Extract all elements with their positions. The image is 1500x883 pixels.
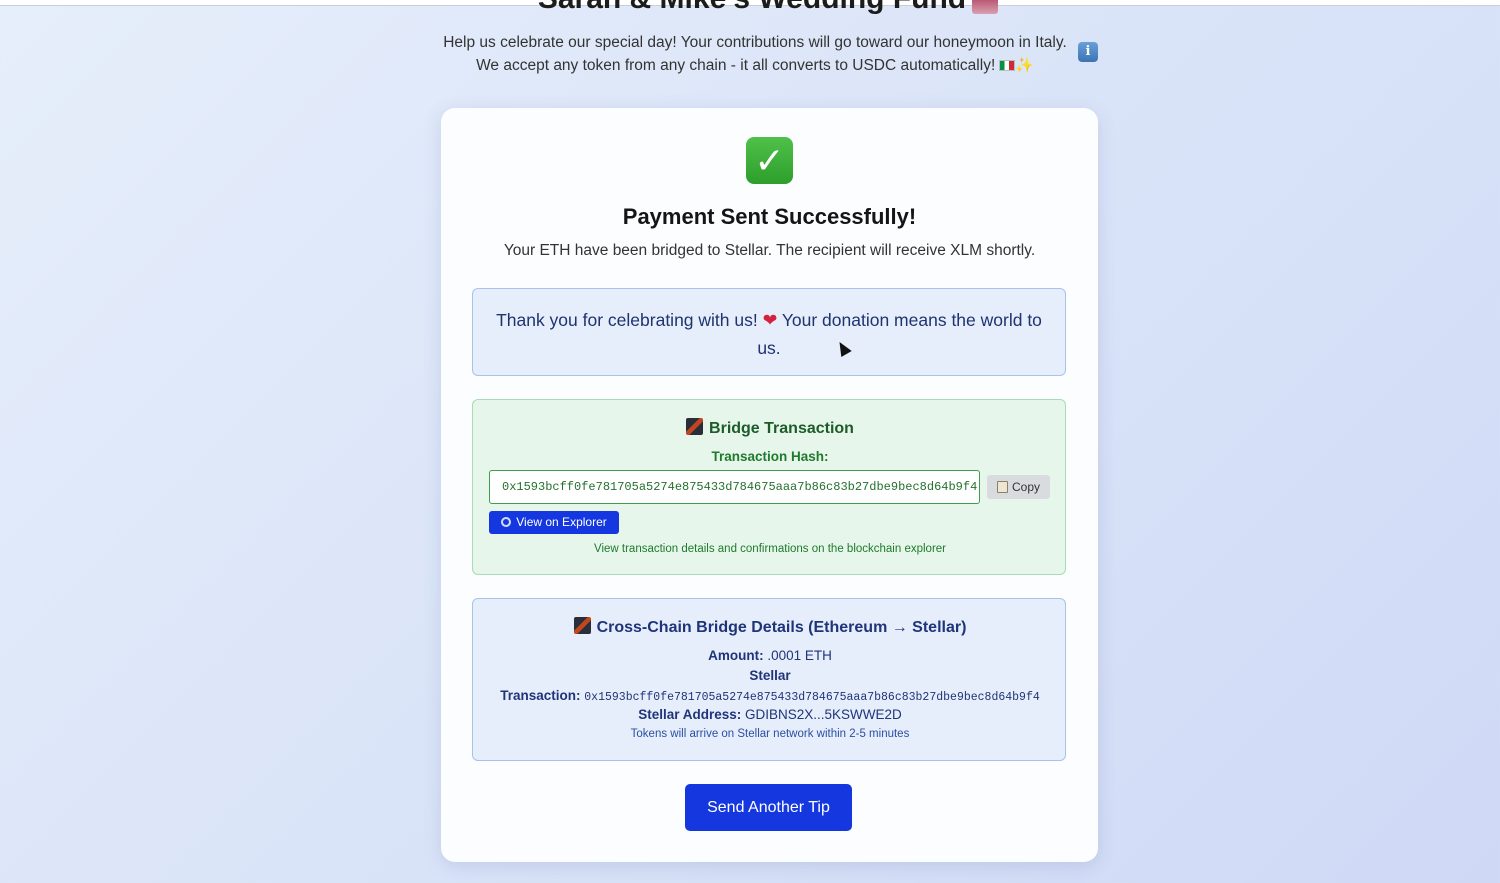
stellar-address-row: Stellar Address: GDIBNS2X...5KSWWE2D xyxy=(473,707,1067,722)
page-title-text: Sarah & Mike's Wedding Fund xyxy=(538,0,966,15)
copy-button-label: Copy xyxy=(1011,480,1040,494)
send-another-tip-button[interactable]: Send Another Tip xyxy=(685,784,852,831)
heart-icon: ❤ xyxy=(762,310,778,330)
sparkles-icon: ✨ xyxy=(1015,57,1034,74)
success-message: Your ETH have been bridged to Stellar. T… xyxy=(503,242,1036,259)
clipboard-icon xyxy=(996,481,1008,493)
amount-label: Amount: xyxy=(708,648,764,663)
transaction-value: 0x1593bcff0fe781705a5274e875433d784675aa… xyxy=(584,691,1040,704)
hash-label: Transaction Hash: xyxy=(711,449,829,464)
view-on-explorer-button[interactable]: View on Explorer xyxy=(489,511,619,534)
subtitle-line-2: We accept any token from any chain - it … xyxy=(476,57,996,74)
info-icon[interactable]: i xyxy=(1078,42,1098,62)
bridge-icon xyxy=(573,617,591,634)
church-icon xyxy=(972,0,999,15)
copy-button[interactable]: Copy xyxy=(987,475,1050,499)
bridge-heading-text: Bridge Transaction xyxy=(709,420,854,437)
details-heading-text: Cross-Chain Bridge Details (Ethereum → S… xyxy=(596,619,967,636)
success-card: ✓ Payment Sent Successfully! Your ETH ha… xyxy=(441,108,1098,862)
amount-value: .0001 ETH xyxy=(767,648,832,663)
bridge-heading: Bridge Transaction xyxy=(473,418,1067,438)
page-title: Sarah & Mike's Wedding Fund xyxy=(0,0,1500,16)
italy-flag-icon xyxy=(999,60,1016,71)
stellar-address-label: Stellar Address: xyxy=(638,707,742,722)
network-row: Stellar xyxy=(473,668,1067,683)
transaction-label: Transaction: xyxy=(500,688,581,703)
transaction-row: Transaction: 0x1593bcff0fe781705a5274e87… xyxy=(473,688,1067,704)
transaction-hash-field[interactable]: 0x1593bcff0fe781705a5274e875433d784675aa… xyxy=(489,470,980,504)
amount-row: Amount: .0001 ETH xyxy=(473,648,1067,663)
arrival-note: Tokens will arrive on Stellar network wi… xyxy=(630,728,910,740)
subtitle-line-1: Help us celebrate our special day! Your … xyxy=(443,34,1067,51)
bridge-transaction-box: Bridge Transaction Transaction Hash: 0x1… xyxy=(472,399,1066,575)
page-subtitle: Help us celebrate our special day! Your … xyxy=(420,31,1090,77)
thank-you-box: Thank you for celebrating with us! ❤ You… xyxy=(472,288,1066,376)
explorer-button-label: View on Explorer xyxy=(516,515,607,529)
success-title: Payment Sent Successfully! xyxy=(622,204,917,229)
bridge-icon xyxy=(686,418,704,435)
details-heading: Cross-Chain Bridge Details (Ethereum → S… xyxy=(473,617,1067,637)
magnifier-icon xyxy=(501,517,512,527)
thanks-text-end: Your donation means the world to us. xyxy=(757,310,1042,358)
stellar-address-value: GDIBNS2X...5KSWWE2D xyxy=(745,707,902,722)
bridge-details-box: Cross-Chain Bridge Details (Ethereum → S… xyxy=(472,598,1066,761)
network-name: Stellar xyxy=(749,668,791,683)
checkmark-icon: ✓ xyxy=(746,137,793,184)
thanks-text-start: Thank you for celebrating with us! xyxy=(496,310,758,330)
explorer-note: View transaction details and confirmatio… xyxy=(593,543,946,555)
